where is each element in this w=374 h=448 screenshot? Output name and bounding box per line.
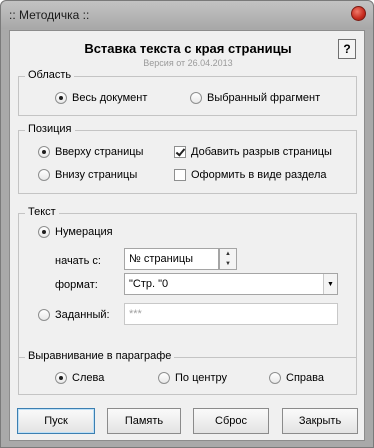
custom-option[interactable]: Заданный:	[38, 309, 110, 321]
position-bottom-option[interactable]: Внизу страницы	[38, 169, 137, 181]
radio-icon[interactable]	[38, 146, 50, 158]
format-value: "Стр. "0	[129, 278, 169, 290]
radio-icon[interactable]	[38, 226, 50, 238]
chevron-down-icon[interactable]: ▼	[323, 274, 337, 294]
radio-icon[interactable]	[55, 92, 67, 104]
radio-icon[interactable]	[55, 372, 67, 384]
text-legend: Текст	[25, 206, 59, 218]
window-title: :: Методичка ::	[9, 8, 90, 22]
position-top-label: Вверху страницы	[55, 146, 144, 158]
memory-button[interactable]: Память	[107, 408, 181, 434]
section-label: Оформить в виде раздела	[191, 169, 327, 181]
spin-up-icon[interactable]: ▲	[220, 249, 236, 259]
checkbox-icon[interactable]	[174, 169, 186, 181]
align-group: Выравнивание в параграфе Слева По центру…	[18, 350, 357, 395]
format-label: формат:	[55, 279, 98, 291]
section-checkbox[interactable]: Оформить в виде раздела	[174, 169, 326, 181]
area-option-whole[interactable]: Весь документ	[55, 92, 147, 104]
format-select[interactable]: "Стр. "0	[124, 273, 338, 295]
start-spinner[interactable]: ▲ ▼	[219, 248, 237, 270]
area-option-selection[interactable]: Выбранный фрагмент	[190, 92, 320, 104]
custom-label: Заданный:	[55, 309, 110, 321]
run-button[interactable]: Пуск	[17, 408, 95, 434]
radio-icon[interactable]	[190, 92, 202, 104]
page-break-label: Добавить разрыв страницы	[191, 146, 332, 158]
spin-down-icon[interactable]: ▼	[220, 259, 236, 269]
align-option-label: Справа	[286, 372, 324, 384]
radio-icon[interactable]	[38, 309, 50, 321]
align-right-option[interactable]: Справа	[269, 372, 324, 384]
radio-icon[interactable]	[269, 372, 281, 384]
help-button[interactable]: ?	[338, 39, 356, 59]
position-bottom-label: Внизу страницы	[55, 169, 138, 181]
dialog-body: Вставка текста с края страницы Версия от…	[9, 30, 365, 441]
position-top-option[interactable]: Вверху страницы	[38, 146, 143, 158]
title-bar[interactable]: :: Методичка ::	[1, 1, 373, 29]
start-label: начать с:	[55, 255, 101, 267]
reset-button[interactable]: Сброс	[193, 408, 269, 434]
position-group: Позиция Вверху страницы Внизу страницы Д…	[18, 123, 357, 194]
align-legend: Выравнивание в параграфе	[25, 350, 175, 362]
close-icon[interactable]	[351, 6, 366, 21]
numbering-option[interactable]: Нумерация	[38, 226, 113, 238]
area-group: Область Весь документ Выбранный фрагмент	[18, 69, 357, 116]
radio-icon[interactable]	[158, 372, 170, 384]
align-left-option[interactable]: Слева	[55, 372, 104, 384]
align-center-option[interactable]: По центру	[158, 372, 227, 384]
align-option-label: По центру	[175, 372, 227, 384]
checkbox-icon[interactable]	[174, 146, 186, 158]
numbering-label: Нумерация	[55, 226, 113, 238]
start-value-field[interactable]: № страницы	[124, 248, 219, 270]
radio-icon[interactable]	[38, 169, 50, 181]
align-option-label: Слева	[72, 372, 105, 384]
version-label: Версия от 26.04.2013	[143, 58, 233, 68]
area-legend: Область	[25, 69, 75, 81]
dialog-heading: Вставка текста с края страницы	[84, 41, 292, 56]
text-group: Текст Нумерация начать с: № страницы ▲ ▼…	[18, 206, 357, 358]
position-legend: Позиция	[25, 123, 75, 135]
page-break-checkbox[interactable]: Добавить разрыв страницы	[174, 146, 332, 158]
custom-text-field[interactable]: ***	[124, 303, 338, 325]
area-option-label: Весь документ	[72, 92, 148, 104]
dialog-window: :: Методичка :: Вставка текста с края ст…	[0, 0, 374, 448]
area-option-label: Выбранный фрагмент	[207, 92, 321, 104]
close-button[interactable]: Закрыть	[282, 408, 358, 434]
